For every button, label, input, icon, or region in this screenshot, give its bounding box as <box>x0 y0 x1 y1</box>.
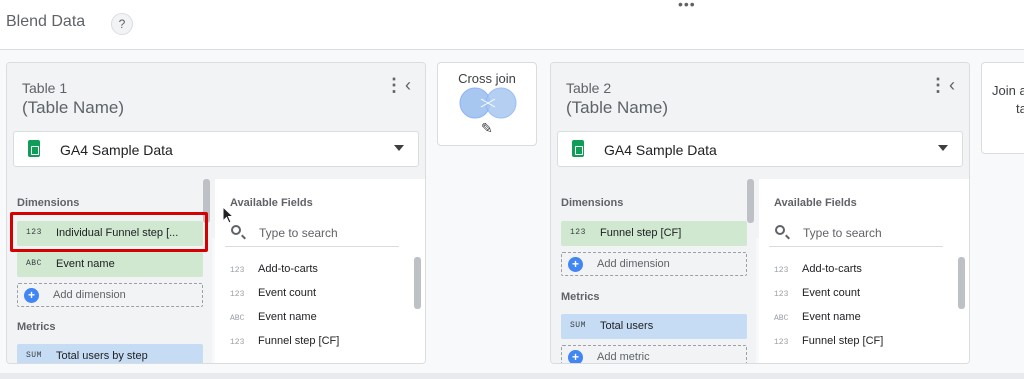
add-metric-button[interactable]: + Add metric <box>561 345 747 363</box>
metric-chip[interactable]: SUM Total users <box>561 314 747 339</box>
metrics-title: Metrics <box>561 291 600 303</box>
plus-icon: + <box>568 257 583 272</box>
field-search <box>225 219 399 247</box>
dimension-chip[interactable]: 123 Funnel step [CF] <box>561 221 747 246</box>
number-type-icon: 123 <box>230 338 245 347</box>
sum-type-icon: SUM <box>570 321 586 330</box>
field-item[interactable]: 123 Event count <box>230 287 316 299</box>
number-type-icon: 123 <box>230 266 245 275</box>
join-type-label: Cross join <box>458 71 516 86</box>
more-options-icon[interactable]: ⋮ <box>929 76 947 94</box>
available-fields-column: Available Fields 123 Add-to-carts 123 Even… <box>215 179 425 363</box>
cross-join-venn-icon <box>459 87 517 119</box>
scrollbar[interactable] <box>414 257 421 309</box>
dimensions-title: Dimensions <box>561 197 624 209</box>
add-join-box[interactable]: Join a ta <box>981 62 1024 154</box>
text-type-icon: ABC <box>26 259 42 268</box>
field-item[interactable]: ABC Event name <box>230 311 317 323</box>
sheets-icon <box>572 140 584 157</box>
search-icon <box>231 225 241 235</box>
metric-name: Total users <box>600 320 654 332</box>
field-search <box>769 219 943 247</box>
sheets-icon <box>28 140 40 157</box>
field-item[interactable]: 123 Funnel step [CF] <box>230 335 339 347</box>
metrics-title: Metrics <box>17 321 56 333</box>
field-item[interactable]: 123 Add-to-carts <box>774 263 862 275</box>
table-name[interactable]: (Table Name) <box>22 98 124 118</box>
selected-fields-column: Dimensions 123 Funnel step [CF] + Add di… <box>551 179 756 363</box>
field-name: Event count <box>258 287 317 299</box>
sum-type-icon: SUM <box>26 351 42 360</box>
add-dimension-label: Add dimension <box>53 289 126 301</box>
available-fields-title: Available Fields <box>230 197 313 209</box>
selected-fields-column: Dimensions 123 Individual Funnel step [.… <box>7 179 212 363</box>
dimension-name: Event name <box>56 258 115 270</box>
field-item[interactable]: 123 Add-to-carts <box>230 263 318 275</box>
collapse-chevron-icon[interactable]: ‹ <box>405 75 411 96</box>
table-panel-2: Table 2 (Table Name) ⋮ ‹ GA4 Sample Data… <box>550 62 970 364</box>
metric-name: Total users by step <box>56 350 148 362</box>
footer-divider <box>0 373 1024 379</box>
field-item[interactable]: 123 Event count <box>774 287 860 299</box>
dimensions-title: Dimensions <box>17 197 80 209</box>
field-name: Funnel step [CF] <box>258 335 340 347</box>
number-type-icon: 123 <box>230 290 245 299</box>
available-fields-title: Available Fields <box>774 197 857 209</box>
scrollbar[interactable] <box>747 179 754 223</box>
metric-chip[interactable]: SUM Total users by step <box>17 344 203 363</box>
pencil-icon[interactable]: ✎ <box>481 120 493 137</box>
add-dimension-button[interactable]: + Add dimension <box>561 252 747 276</box>
dimension-name: Funnel step [CF] <box>600 227 682 239</box>
number-type-icon: 123 <box>570 228 586 237</box>
annotation-highlight <box>10 212 208 252</box>
join-configuration[interactable]: Cross join ✎ <box>437 62 537 146</box>
join-another-label-line2: ta <box>1016 101 1024 116</box>
add-dimension-label: Add dimension <box>597 258 670 270</box>
blend-data-header: Blend Data ? ••• <box>0 0 1024 50</box>
dropdown-arrow-icon <box>394 145 404 151</box>
help-icon[interactable]: ? <box>111 13 133 35</box>
plus-icon: + <box>24 288 39 303</box>
more-options-icon[interactable]: ⋮ <box>385 76 403 94</box>
table-label: Table 2 <box>566 80 612 96</box>
table-label: Table 1 <box>22 80 68 96</box>
data-source-name: GA4 Sample Data <box>60 142 173 158</box>
available-fields-column: Available Fields 123 Add-to-carts 123 Even… <box>759 179 969 363</box>
field-name: Funnel step [CF] <box>802 335 884 347</box>
join-another-label-line1: Join a <box>992 83 1024 98</box>
field-name: Add-to-carts <box>802 263 862 275</box>
data-source-select[interactable]: GA4 Sample Data <box>557 131 963 167</box>
field-item[interactable]: ABC Event name <box>774 311 861 323</box>
field-name: Event count <box>802 287 861 299</box>
data-source-name: GA4 Sample Data <box>604 142 717 158</box>
number-type-icon: 123 <box>774 338 789 347</box>
add-metric-label: Add metric <box>597 351 650 363</box>
field-name: Add-to-carts <box>258 263 318 275</box>
page-title: Blend Data <box>6 13 86 30</box>
field-item[interactable]: 123 Funnel step [CF] <box>774 335 883 347</box>
add-dimension-button[interactable]: + Add dimension <box>17 283 203 307</box>
search-icon <box>775 225 785 235</box>
field-name: Event name <box>258 311 317 323</box>
table-name[interactable]: (Table Name) <box>566 98 668 118</box>
dimension-chip[interactable]: ABC Event name <box>17 252 203 277</box>
text-type-icon: ABC <box>230 314 245 323</box>
field-name: Event name <box>802 311 861 323</box>
scrollbar[interactable] <box>958 257 965 309</box>
collapse-chevron-icon[interactable]: ‹ <box>949 75 955 96</box>
plus-icon: + <box>568 350 583 363</box>
drag-handle-icon[interactable]: ••• <box>678 0 696 12</box>
number-type-icon: 123 <box>774 266 789 275</box>
search-input[interactable] <box>803 223 938 243</box>
search-input[interactable] <box>259 223 394 243</box>
mouse-cursor-icon <box>222 206 234 224</box>
text-type-icon: ABC <box>774 314 789 323</box>
number-type-icon: 123 <box>774 290 789 299</box>
dropdown-arrow-icon <box>938 145 948 151</box>
data-source-select[interactable]: GA4 Sample Data <box>13 131 419 167</box>
